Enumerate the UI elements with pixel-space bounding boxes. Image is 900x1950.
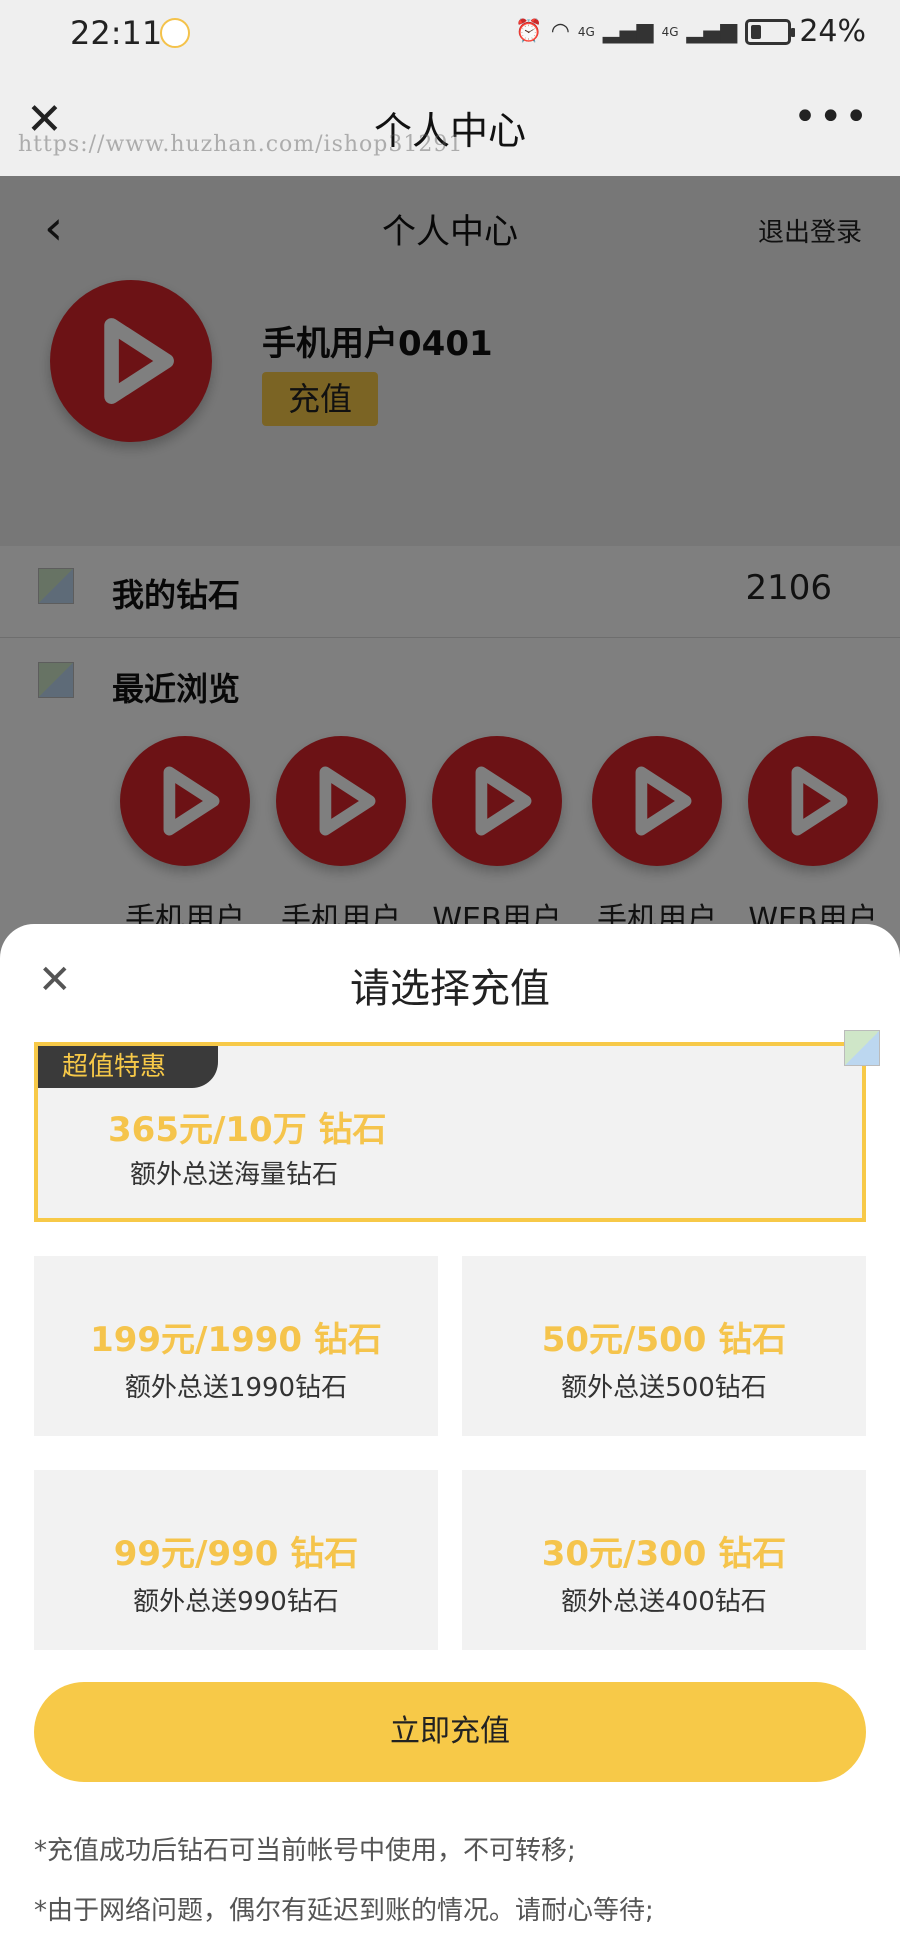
- signal-icon: ▂▄▆: [686, 19, 738, 44]
- signal-icon: ▂▄▆: [602, 19, 654, 44]
- notification-icon: [160, 18, 190, 48]
- note-delay: *由于网络问题，偶尔有延迟到账的情况。请耐心等待;: [34, 1896, 654, 1926]
- option-desc: 额外总送400钻石: [561, 1587, 767, 1617]
- status-time: 22:11: [70, 14, 163, 52]
- broken-image-icon: [844, 1030, 880, 1066]
- network-1-label: 4G: [577, 24, 595, 39]
- recharge-option[interactable]: 50元/500 钻石 额外总送500钻石: [462, 1256, 866, 1436]
- status-bar: 22:11 ⏰ ◠ 4G ▂▄▆ 4G ▂▄▆ 24%: [0, 0, 900, 70]
- browser-header: ✕ 个人中心 ••• https://www.huzhan.com/ishop3…: [0, 70, 900, 176]
- option-desc: 额外总送990钻石: [133, 1587, 339, 1617]
- battery-percent: 24%: [799, 14, 866, 49]
- network-2-label: 4G: [661, 24, 679, 39]
- battery-icon: [745, 18, 796, 45]
- featured-recharge-option[interactable]: 超值特惠 365元/10万 钻石 额外总送海量钻石: [34, 1042, 866, 1222]
- option-price: 99元/990 钻石: [113, 1534, 359, 1574]
- recharge-sheet: ✕ 请选择充值 超值特惠 365元/10万 钻石 额外总送海量钻石 199元/1…: [0, 924, 900, 1950]
- recharge-now-button[interactable]: 立即充值: [34, 1682, 866, 1782]
- battery-fill: [751, 24, 762, 39]
- option-price: 30元/300 钻石: [541, 1534, 787, 1574]
- recharge-option[interactable]: 199元/1990 钻石 额外总送1990钻石: [34, 1256, 438, 1436]
- option-desc: 额外总送1990钻石: [124, 1373, 348, 1403]
- watermark: https://www.huzhan.com/ishop31291: [18, 132, 464, 157]
- option-price: 365元/10万 钻石: [108, 1110, 387, 1150]
- wifi-icon: ◠: [550, 19, 570, 44]
- note-transfer: *充值成功后钻石可当前帐号中使用，不可转移;: [34, 1836, 576, 1866]
- recharge-option[interactable]: 99元/990 钻石 额外总送990钻石: [34, 1470, 438, 1650]
- recharge-option[interactable]: 30元/300 钻石 额外总送400钻石: [462, 1470, 866, 1650]
- alarm-icon: ⏰: [515, 19, 543, 44]
- sheet-title: 请选择充值: [350, 966, 550, 1012]
- option-price: 50元/500 钻石: [541, 1320, 787, 1360]
- option-desc: 额外总送海量钻石: [130, 1160, 339, 1190]
- status-icons: ⏰ ◠ 4G ▂▄▆ 4G ▂▄▆ 24%: [515, 14, 866, 49]
- more-icon[interactable]: •••: [793, 94, 870, 140]
- option-price: 199元/1990 钻石: [90, 1320, 382, 1360]
- option-desc: 额外总送500钻石: [561, 1373, 767, 1403]
- featured-badge: 超值特惠: [38, 1046, 218, 1088]
